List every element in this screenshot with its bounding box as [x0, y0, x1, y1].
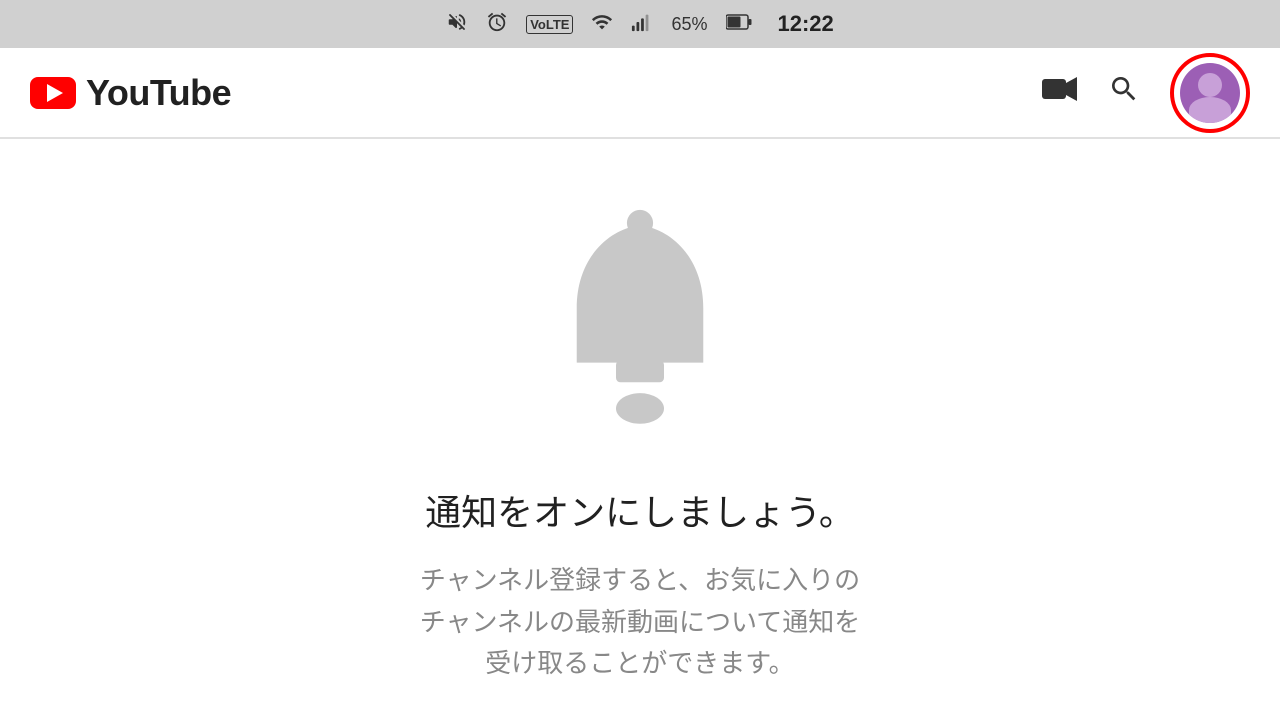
navbar: YouTube	[0, 48, 1280, 138]
logo-container[interactable]: YouTube	[30, 72, 1042, 114]
subtitle-line2: チャンネルの最新動画について通知を	[420, 602, 860, 644]
mute-icon	[446, 11, 468, 38]
bell-icon-container	[530, 199, 750, 444]
battery-percentage: 65%	[671, 14, 707, 35]
volte-icon: VoLTE	[526, 15, 573, 34]
notification-title: 通知をオンにしましょう。	[425, 484, 855, 536]
search-button[interactable]	[1108, 73, 1140, 112]
status-bar: VoLTE 65% 12:2	[0, 0, 1280, 48]
status-time: 12:22	[778, 11, 834, 37]
main-content: 通知をオンにしましょう。 チャンネル登録すると、お気に入りの チャンネルの最新動…	[0, 139, 1280, 685]
subtitle-line3: 受け取ることができます。	[420, 643, 860, 685]
bell-icon	[530, 199, 750, 439]
youtube-logo-text: YouTube	[86, 72, 231, 114]
signal-icon	[631, 11, 653, 38]
alarm-icon	[486, 11, 508, 38]
navbar-icons	[1042, 53, 1250, 133]
avatar-person-icon	[1180, 63, 1240, 123]
subtitle-line1: チャンネル登録すると、お気に入りの	[420, 560, 860, 602]
notification-subtitle: チャンネル登録すると、お気に入りの チャンネルの最新動画について通知を 受け取る…	[420, 560, 860, 685]
battery-icon	[726, 14, 752, 35]
youtube-logo-icon	[30, 77, 76, 109]
user-avatar	[1180, 63, 1240, 123]
wifi-icon	[591, 11, 613, 38]
avatar-button[interactable]	[1170, 53, 1250, 133]
video-camera-button[interactable]	[1042, 75, 1078, 110]
